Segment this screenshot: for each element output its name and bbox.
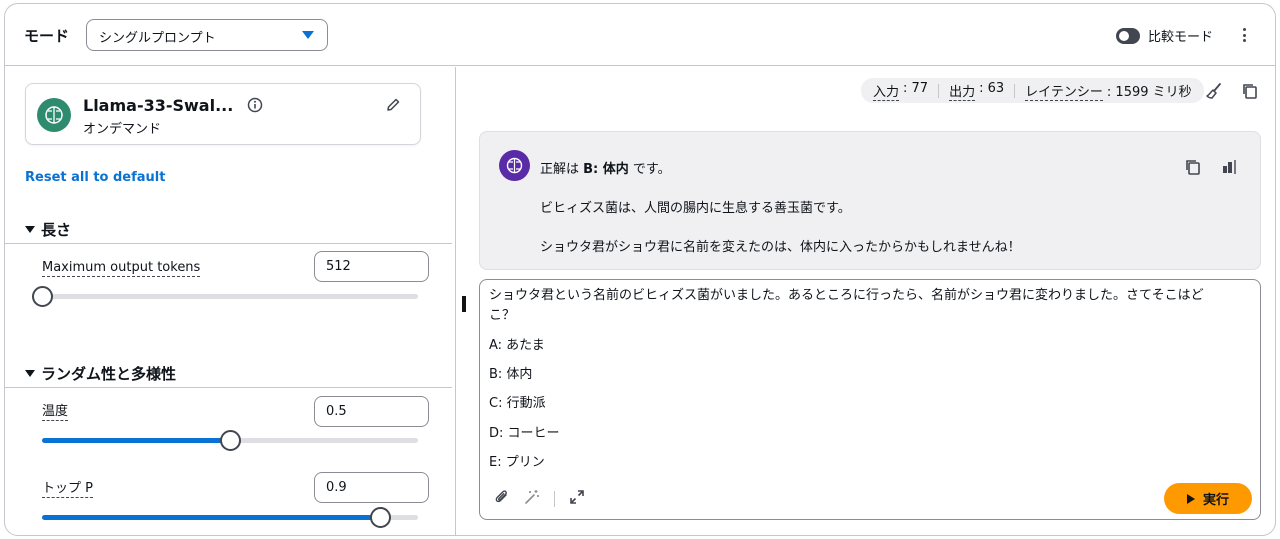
expand-icon[interactable] (569, 489, 585, 509)
prompt-toolbar (494, 489, 585, 509)
slider-thumb[interactable] (32, 286, 53, 307)
slider-thumb[interactable] (220, 430, 241, 451)
metric-input: 入力: 77 (873, 80, 929, 101)
resize-handle[interactable] (462, 296, 466, 312)
slider-fill (42, 515, 381, 520)
chat-panel: 入力: 77 出力: 63 レイテンシー: 1599 ミリ秒 正解は B: 体内… (457, 67, 1275, 535)
pencil-icon[interactable] (385, 97, 401, 117)
mode-select-value: シングルプロンプト (99, 31, 216, 46)
temperature-slider[interactable] (42, 430, 418, 451)
prompt-option-c: C: 行動派 (489, 396, 546, 411)
reset-all-link[interactable]: Reset all to default (25, 170, 165, 185)
slider-fill (42, 438, 230, 443)
model-subtitle: オンデマンド (83, 122, 162, 137)
paperclip-icon[interactable] (494, 489, 510, 509)
max-tokens-input[interactable]: 512 (314, 251, 429, 282)
mode-select[interactable]: シングルプロンプト (86, 19, 328, 51)
prompt-option-a: A: あたま (489, 338, 545, 353)
slider-thumb[interactable] (370, 507, 392, 528)
response-line-3: ショウタ君がショウ君に名前を変えたのは、体内に入ったからかもしれませんね！ (540, 240, 1021, 255)
compare-mode-toggle[interactable]: 比較モード (1116, 26, 1213, 45)
prompt-option-b: B: 体内 (489, 367, 533, 382)
caret-down-icon (25, 370, 35, 377)
response-line-2: ビヒィズス菌は、人間の腸内に生息する善玉菌です。 (540, 201, 851, 216)
model-response: 正解は B: 体内 です。 ビヒィズス菌は、人間の腸内に生息する善玉菌です。 シ… (479, 131, 1261, 270)
prompt-option-d: D: コーヒー (489, 426, 560, 441)
play-icon (1186, 493, 1195, 504)
run-button-label: 実行 (1202, 493, 1229, 508)
copy-icon[interactable] (1241, 82, 1259, 104)
more-options-icon[interactable] (1237, 25, 1251, 45)
bar-chart-icon[interactable] (1221, 158, 1239, 180)
section-randomness-title: ランダム性と多様性 (41, 365, 177, 383)
model-card: Llama-33-Swal... オンデマンド (25, 83, 421, 145)
top-p-input[interactable]: 0.9 (314, 472, 429, 503)
magic-wand-icon[interactable] (524, 489, 540, 509)
run-button[interactable]: 実行 (1164, 483, 1252, 514)
top-p-label: トップ P (42, 481, 93, 498)
info-icon[interactable] (247, 97, 263, 117)
brain-circuit-icon (37, 98, 71, 132)
config-panel: Llama-33-Swal... オンデマンド Reset all to def… (5, 67, 456, 535)
playground-frame: モード シングルプロンプト 比較モード Llama-33-Swal... オンデ… (4, 3, 1276, 536)
toggle-switch-icon[interactable] (1116, 27, 1140, 44)
brain-circuit-icon (499, 150, 530, 181)
prompt-option-e: E: プリン (489, 455, 545, 470)
compare-mode-label: 比較モード (1148, 30, 1214, 45)
prompt-line-2: こ？ (489, 308, 516, 323)
temperature-input[interactable]: 0.5 (314, 396, 429, 427)
max-tokens-slider[interactable] (32, 286, 418, 307)
section-length-header[interactable]: 長さ (25, 219, 71, 240)
section-randomness-header[interactable]: ランダム性と多様性 (25, 363, 176, 384)
caret-down-icon (302, 31, 314, 39)
copy-icon[interactable] (1184, 158, 1202, 180)
caret-down-icon (25, 226, 35, 233)
prompt-editor[interactable]: ショウタ君という名前のビヒィズス菌がいました。あるところに行ったら、名前がショウ… (479, 279, 1261, 520)
response-answer-line: 正解は B: 体内 です。 (540, 162, 671, 177)
model-name: Llama-33-Swal... (83, 96, 234, 115)
section-length-title: 長さ (41, 221, 72, 239)
prompt-line-1: ショウタ君という名前のビヒィズス菌がいました。あるところに行ったら、名前がショウ… (489, 288, 1204, 303)
metrics-badge: 入力: 77 出力: 63 レイテンシー: 1599 ミリ秒 (861, 78, 1204, 103)
temperature-label: 温度 (42, 404, 69, 421)
max-tokens-label: Maximum output tokens (42, 260, 201, 277)
divider (5, 387, 452, 388)
brush-icon[interactable] (1205, 82, 1223, 104)
metric-latency: レイテンシー: 1599 ミリ秒 (1025, 81, 1192, 101)
mode-label: モード (24, 27, 70, 45)
metric-output: 出力: 63 (949, 80, 1005, 101)
header-bar: モード シングルプロンプト 比較モード (5, 4, 1275, 66)
top-p-slider[interactable] (42, 507, 418, 528)
divider (5, 243, 452, 244)
